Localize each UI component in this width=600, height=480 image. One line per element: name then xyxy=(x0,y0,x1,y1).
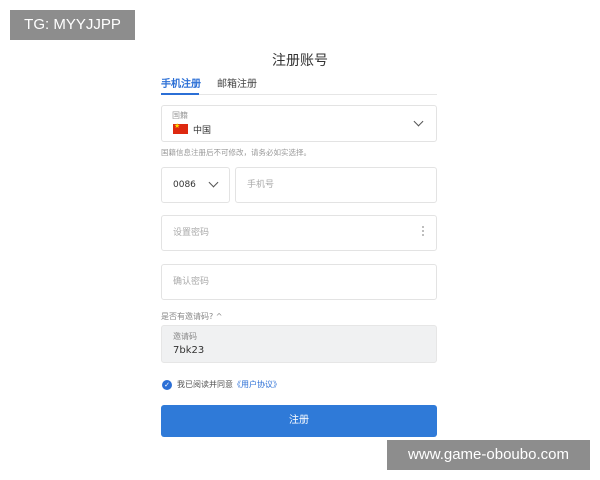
country-value: 中国 xyxy=(193,126,212,136)
more-options-icon[interactable] xyxy=(422,226,424,240)
invite-code-value: 7bk23 xyxy=(173,345,205,356)
phone-input[interactable]: 手机号 xyxy=(235,167,437,203)
page-title: 注册账号 xyxy=(272,53,328,69)
chevron-down-icon xyxy=(208,177,219,188)
phone-placeholder: 手机号 xyxy=(247,180,275,190)
country-hint: 国籍信息注册后不可修改，请务必如实选择。 xyxy=(161,148,311,157)
invite-code-label: 邀请码 xyxy=(173,332,197,341)
chevron-down-icon xyxy=(413,116,424,127)
tab-email-register[interactable]: 邮箱注册 xyxy=(217,75,257,90)
password-input[interactable]: 设置密码 xyxy=(161,215,437,251)
invite-code-toggle[interactable]: 是否有邀请码? ^ xyxy=(161,311,223,322)
check-icon[interactable]: ✓ xyxy=(162,380,172,390)
active-tab-indicator xyxy=(161,93,199,95)
register-button[interactable]: 注册 xyxy=(161,405,437,437)
tab-phone-register[interactable]: 手机注册 xyxy=(161,75,201,90)
confirm-password-placeholder: 确认密码 xyxy=(173,277,210,287)
country-code-value: 0086 xyxy=(173,180,196,190)
password-placeholder: 设置密码 xyxy=(173,228,210,238)
country-label: 国籍 xyxy=(172,111,188,120)
watermark-bottom-right: www.game-oboubo.com xyxy=(387,440,590,470)
confirm-password-input[interactable]: 确认密码 xyxy=(161,264,437,300)
china-flag-icon: ★ xyxy=(173,122,188,134)
country-code-select[interactable]: 0086 xyxy=(161,167,230,203)
invite-code-input[interactable]: 邀请码 7bk23 xyxy=(161,325,437,363)
register-tabs: 手机注册 邮箱注册 xyxy=(161,72,437,95)
agreement-text: 我已阅读并同意《用户协议》 xyxy=(177,380,281,389)
watermark-top-left: TG: MYYJJPP xyxy=(10,10,135,40)
user-agreement-link[interactable]: 《用户协议》 xyxy=(233,380,281,389)
country-select[interactable]: 国籍 ★ 中国 xyxy=(161,105,437,142)
